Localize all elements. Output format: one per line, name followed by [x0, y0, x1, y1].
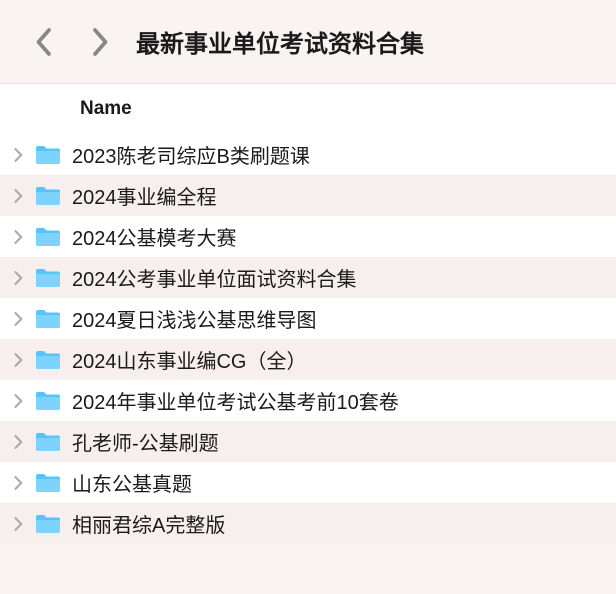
table-row[interactable]: 2024山东事业编CG（全） — [0, 339, 616, 380]
table-row[interactable]: 2023陈老司综应B类刷题课 — [0, 134, 616, 175]
file-list: Name 2023陈老司综应B类刷题课 2024事业编全程 2024公基模考大赛… — [0, 83, 616, 544]
folder-icon — [34, 143, 64, 167]
row-label: 2023陈老司综应B类刷题课 — [72, 140, 310, 169]
disclosure-triangle[interactable] — [12, 435, 26, 449]
table-row[interactable]: 相丽君综A完整版 — [0, 503, 616, 544]
table-row[interactable]: 2024年事业单位考试公基考前10套卷 — [0, 380, 616, 421]
table-row[interactable]: 山东公基真题 — [0, 462, 616, 503]
table-row[interactable]: 2024公基模考大赛 — [0, 216, 616, 257]
table-row[interactable]: 孔老师-公基刷题 — [0, 421, 616, 462]
chevron-right-icon — [14, 271, 24, 285]
disclosure-triangle[interactable] — [12, 230, 26, 244]
chevron-right-icon — [14, 394, 24, 408]
chevron-right-icon — [14, 517, 24, 531]
row-label: 孔老师-公基刷题 — [72, 427, 219, 456]
folder-icon — [34, 512, 64, 536]
disclosure-triangle[interactable] — [12, 517, 26, 531]
folder-icon — [34, 184, 64, 208]
disclosure-triangle[interactable] — [12, 148, 26, 162]
folder-icon — [34, 225, 64, 249]
folder-icon — [34, 430, 64, 454]
folder-icon — [34, 471, 64, 495]
disclosure-triangle[interactable] — [12, 189, 26, 203]
row-label: 2024年事业单位考试公基考前10套卷 — [72, 386, 399, 415]
chevron-right-icon — [14, 435, 24, 449]
chevron-right-icon — [14, 353, 24, 367]
folder-icon — [34, 307, 64, 331]
nav-buttons — [32, 27, 112, 57]
chevron-right-icon — [90, 27, 112, 57]
folder-icon — [34, 348, 64, 372]
disclosure-triangle[interactable] — [12, 312, 26, 326]
row-label: 相丽君综A完整版 — [72, 509, 225, 538]
chevron-right-icon — [14, 189, 24, 203]
folder-icon — [34, 266, 64, 290]
chevron-right-icon — [14, 230, 24, 244]
row-label: 2024山东事业编CG（全） — [72, 345, 307, 374]
page-title: 最新事业单位考试资料合集 — [136, 24, 424, 59]
row-label: 2024夏日浅浅公基思维导图 — [72, 304, 317, 333]
row-label: 2024事业编全程 — [72, 181, 217, 210]
disclosure-triangle[interactable] — [12, 271, 26, 285]
chevron-right-icon — [14, 476, 24, 490]
disclosure-triangle[interactable] — [12, 476, 26, 490]
row-label: 2024公基模考大赛 — [72, 222, 237, 251]
table-row[interactable]: 2024夏日浅浅公基思维导图 — [0, 298, 616, 339]
chevron-right-icon — [14, 312, 24, 326]
back-button[interactable] — [32, 27, 54, 57]
chevron-right-icon — [14, 148, 24, 162]
column-header-name[interactable]: Name — [0, 84, 616, 134]
table-row[interactable]: 2024事业编全程 — [0, 175, 616, 216]
disclosure-triangle[interactable] — [12, 394, 26, 408]
folder-icon — [34, 389, 64, 413]
table-row[interactable]: 2024公考事业单位面试资料合集 — [0, 257, 616, 298]
chevron-left-icon — [32, 27, 54, 57]
disclosure-triangle[interactable] — [12, 353, 26, 367]
forward-button[interactable] — [90, 27, 112, 57]
row-label: 山东公基真题 — [72, 468, 192, 497]
row-label: 2024公考事业单位面试资料合集 — [72, 263, 357, 292]
header: 最新事业单位考试资料合集 — [0, 0, 616, 83]
